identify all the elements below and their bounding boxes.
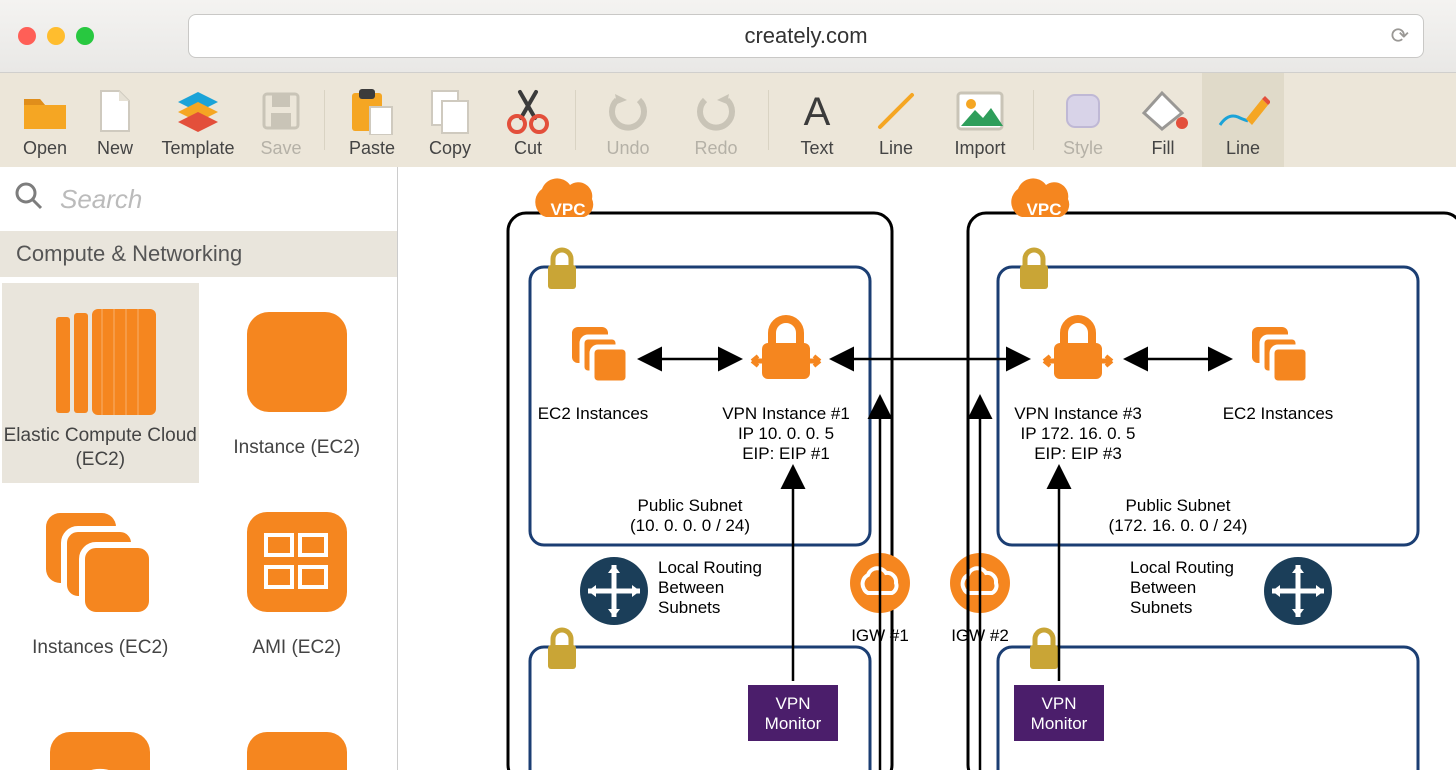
reload-icon[interactable]: ⟳ xyxy=(1391,23,1409,49)
template-button[interactable]: Template xyxy=(150,73,246,167)
copy-button[interactable]: Copy xyxy=(411,73,489,167)
svg-text:Monitor: Monitor xyxy=(765,714,822,733)
toolbar-divider xyxy=(1033,90,1034,150)
line-tool-button[interactable]: Line xyxy=(857,73,935,167)
redo-icon xyxy=(693,84,739,138)
address-url: creately.com xyxy=(744,23,867,49)
vpn-eip: EIP: EIP #1 xyxy=(742,444,830,463)
svg-text:Monitor: Monitor xyxy=(1031,714,1088,733)
svg-text:Local Routing: Local Routing xyxy=(658,558,762,577)
svg-text:IP 172. 16. 0. 5: IP 172. 16. 0. 5 xyxy=(1021,424,1136,443)
close-window-icon[interactable] xyxy=(18,27,36,45)
new-file-icon xyxy=(97,84,133,138)
toolbar: Open New Template Save Paste Copy xyxy=(0,73,1456,167)
shape-ami[interactable]: AMI (EC2) xyxy=(199,483,396,683)
paste-button[interactable]: Paste xyxy=(333,73,411,167)
shape-item[interactable] xyxy=(199,683,396,770)
redo-button[interactable]: Redo xyxy=(672,73,760,167)
ec2-service-icon xyxy=(42,302,158,422)
svg-text:Public Subnet: Public Subnet xyxy=(1126,496,1231,515)
browser-chrome: creately.com ⟳ xyxy=(0,0,1456,73)
router-icon[interactable] xyxy=(1264,557,1332,625)
minimize-window-icon[interactable] xyxy=(47,27,65,45)
undo-icon xyxy=(605,84,651,138)
toolbar-divider xyxy=(324,90,325,150)
text-icon: A xyxy=(795,84,839,138)
svg-text:EIP: EIP #3: EIP: EIP #3 xyxy=(1034,444,1122,463)
search-icon[interactable] xyxy=(14,181,44,218)
shape-instances[interactable]: Instances (EC2) xyxy=(2,483,199,683)
svg-text:Local Routing: Local Routing xyxy=(1130,558,1234,577)
copy-icon xyxy=(428,84,472,138)
subnet-label: Public Subnet xyxy=(638,496,743,515)
save-icon xyxy=(261,84,301,138)
svg-text:EC2 Instances: EC2 Instances xyxy=(1223,404,1334,423)
cut-icon xyxy=(505,84,551,138)
line-style-button[interactable]: Line xyxy=(1202,73,1284,167)
svg-text:Between: Between xyxy=(1130,578,1196,597)
style-button[interactable]: Style xyxy=(1042,73,1124,167)
router-icon[interactable] xyxy=(580,557,648,625)
svg-text:VPN: VPN xyxy=(1042,694,1077,713)
shape-item[interactable] xyxy=(2,683,199,770)
instance-icon xyxy=(242,302,352,422)
fill-button[interactable]: Fill xyxy=(1124,73,1202,167)
paste-icon xyxy=(350,84,394,138)
vpc-label: VPC xyxy=(551,200,586,219)
ec2-label: EC2 Instances xyxy=(538,404,649,423)
template-icon xyxy=(175,84,221,138)
import-button[interactable]: Import xyxy=(935,73,1025,167)
new-button[interactable]: New xyxy=(80,73,150,167)
toolbar-divider xyxy=(575,90,576,150)
generic-aws-icon xyxy=(45,702,155,770)
ec2-instances-icon[interactable] xyxy=(1252,327,1308,383)
open-button[interactable]: Open xyxy=(10,73,80,167)
diagram-canvas[interactable]: VPC EC2 Instances VPN Instance #1 IP 10.… xyxy=(398,167,1456,770)
generic-aws-icon xyxy=(242,702,352,770)
style-icon xyxy=(1061,84,1105,138)
vpn-instance-icon[interactable] xyxy=(752,319,820,379)
search-input[interactable] xyxy=(60,184,395,215)
shape-grid[interactable]: Elastic Compute Cloud (EC2) Instance (EC… xyxy=(0,277,397,770)
undo-button[interactable]: Undo xyxy=(584,73,672,167)
ami-icon xyxy=(242,502,352,622)
pencil-line-icon xyxy=(1216,84,1270,138)
image-icon xyxy=(955,84,1005,138)
svg-text:VPN: VPN xyxy=(776,694,811,713)
category-header[interactable]: Compute & Networking xyxy=(0,231,397,277)
shape-elastic-compute-cloud[interactable]: Elastic Compute Cloud (EC2) xyxy=(2,283,199,483)
fill-icon xyxy=(1138,84,1188,138)
save-button[interactable]: Save xyxy=(246,73,316,167)
svg-text:Between: Between xyxy=(658,578,724,597)
text-button[interactable]: A Text xyxy=(777,73,857,167)
ec2-instances-icon[interactable] xyxy=(572,327,628,383)
shape-sidebar: Compute & Networking xyxy=(0,167,398,770)
toolbar-divider xyxy=(768,90,769,150)
instances-icon xyxy=(40,502,160,622)
vpn-instance-icon[interactable] xyxy=(1044,319,1112,379)
vpn-name: VPN Instance #1 xyxy=(722,404,850,423)
folder-icon xyxy=(22,84,68,138)
cut-button[interactable]: Cut xyxy=(489,73,567,167)
svg-text:A: A xyxy=(804,90,831,133)
address-bar[interactable]: creately.com ⟳ xyxy=(188,14,1424,58)
svg-text:VPN Instance #3: VPN Instance #3 xyxy=(1014,404,1142,423)
svg-text:Subnets: Subnets xyxy=(658,598,720,617)
traffic-lights xyxy=(18,27,94,45)
svg-text:Subnets: Subnets xyxy=(1130,598,1192,617)
vpn-ip: IP 10. 0. 0. 5 xyxy=(738,424,834,443)
subnet-cidr: (10. 0. 0. 0 / 24) xyxy=(630,516,750,535)
shape-instance[interactable]: Instance (EC2) xyxy=(199,283,396,483)
maximize-window-icon[interactable] xyxy=(76,27,94,45)
line-icon xyxy=(874,84,918,138)
vpc-label: VPC xyxy=(1027,200,1062,219)
svg-text:(172. 16. 0. 0 / 24): (172. 16. 0. 0 / 24) xyxy=(1109,516,1248,535)
